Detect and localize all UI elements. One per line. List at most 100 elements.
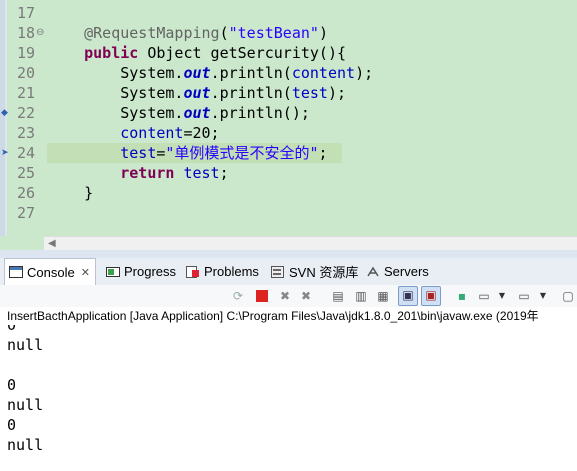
code-token: test xyxy=(183,164,220,182)
show-stdout-icon[interactable]: ▣ xyxy=(398,286,418,306)
console-line: 0 xyxy=(7,376,17,394)
console-line: null xyxy=(7,396,44,414)
svn-icon xyxy=(271,265,285,278)
code-token: out xyxy=(183,104,211,122)
code-line[interactable]: System.out.println(test); xyxy=(48,83,346,103)
code-token: public xyxy=(84,44,139,62)
tab-servers[interactable]: Servers xyxy=(366,258,429,285)
code-line[interactable]: public Object getSercurity(){ xyxy=(48,43,346,63)
code-token: ); xyxy=(355,64,374,82)
code-token: System. xyxy=(48,84,184,102)
code-editor[interactable]: 17 18 19 20 21 22 23 24 25 26 27 @RequestMapping("… xyxy=(0,0,577,250)
view-tab-bar: Console ✕ Progress Problems SVN 资源库 Serv… xyxy=(0,258,577,286)
gutter-corner xyxy=(0,236,44,250)
close-icon[interactable]: ✕ xyxy=(81,266,90,279)
pin-console-icon[interactable]: ▪ xyxy=(454,288,470,304)
code-line[interactable]: System.out.println(); xyxy=(48,103,310,123)
line-number: 26 xyxy=(16,184,35,202)
new-console-icon[interactable]: ▭ xyxy=(516,288,532,304)
progress-icon xyxy=(106,266,120,278)
word-wrap-icon[interactable]: ▦ xyxy=(375,288,391,304)
line-number: 21 xyxy=(16,84,35,102)
override-marker-icon: ◆ xyxy=(1,108,8,118)
code-token: return xyxy=(120,164,175,182)
refresh-icon[interactable]: ⟳ xyxy=(230,288,246,304)
tab-label: Problems xyxy=(204,264,259,279)
console-icon xyxy=(9,266,23,278)
terminate-icon[interactable] xyxy=(254,288,270,304)
console-line: 0 xyxy=(7,325,17,334)
code-line[interactable]: content=20; xyxy=(48,123,220,143)
code-token: } xyxy=(48,184,94,202)
code-token: test xyxy=(291,84,328,102)
remove-launch-icon[interactable]: ✖ xyxy=(277,288,293,304)
line-number: 24 xyxy=(16,144,35,162)
console-process-description: InsertBacthApplication [Java Application… xyxy=(0,307,577,325)
scroll-left-icon[interactable]: ◀ xyxy=(48,237,56,250)
tab-label: Progress xyxy=(124,264,177,279)
remove-all-icon[interactable]: ✖ xyxy=(298,288,314,304)
code-token: out xyxy=(183,64,211,82)
tab-problems[interactable]: Problems xyxy=(186,258,259,285)
code-token: content xyxy=(291,64,356,82)
code-line[interactable]: return test; xyxy=(48,163,229,183)
line-number: 27 xyxy=(16,204,35,222)
horizontal-scrollbar[interactable]: ◀ xyxy=(44,236,577,250)
line-number: 18 xyxy=(16,24,35,42)
code-token: "单例模式是不安全的" xyxy=(165,144,319,162)
fold-collapse-icon[interactable]: ⊖ xyxy=(36,23,44,43)
code-token: out xyxy=(183,84,211,102)
code-line[interactable]: test="单例模式是不安全的"; xyxy=(48,143,328,163)
code-token: System. xyxy=(48,64,184,82)
code-token: ) xyxy=(318,24,328,42)
line-number: 19 xyxy=(16,44,35,62)
code-token: ; xyxy=(219,164,229,182)
code-token: .println( xyxy=(210,64,292,82)
line-number: 22 xyxy=(16,104,35,122)
line-number: 23 xyxy=(16,124,35,142)
line-number: 20 xyxy=(16,64,35,82)
tab-label: SVN 资源库 xyxy=(289,265,359,280)
line-number: 17 xyxy=(16,4,35,22)
clear-console-icon[interactable]: ▤ xyxy=(330,288,346,304)
code-token: .println(); xyxy=(210,104,310,122)
code-line[interactable]: @RequestMapping("testBean") xyxy=(48,23,328,43)
current-line-marker-icon: ➤ xyxy=(1,148,9,158)
code-token: =20; xyxy=(183,124,220,142)
scroll-lock-icon[interactable]: ▥ xyxy=(353,288,369,304)
dropdown-icon[interactable]: ▼ xyxy=(494,288,510,304)
minimize-icon[interactable]: ▢ xyxy=(560,288,576,304)
tab-console[interactable]: Console ✕ xyxy=(4,258,96,285)
code-token: @RequestMapping xyxy=(84,24,220,42)
tab-label: Servers xyxy=(384,264,429,279)
line-number: 25 xyxy=(16,164,35,182)
tab-progress[interactable]: Progress xyxy=(106,258,176,285)
code-token: .println( xyxy=(210,84,292,102)
console-line: null xyxy=(7,436,44,454)
dropdown-icon[interactable]: ▼ xyxy=(535,288,551,304)
code-line[interactable]: } xyxy=(48,183,93,203)
code-token: ; xyxy=(318,144,328,162)
console-output[interactable]: 0 null 0 null 0 null xyxy=(0,325,577,471)
code-token: ( xyxy=(219,24,229,42)
code-token: Object getSercurity(){ xyxy=(138,44,347,62)
tab-label: Console xyxy=(27,264,75,280)
tab-svn[interactable]: SVN 资源库 xyxy=(271,258,358,285)
code-token: content xyxy=(120,124,184,142)
pane-separator[interactable] xyxy=(0,250,577,258)
console-line: 0 xyxy=(7,416,17,434)
show-stderr-icon[interactable]: ▣ xyxy=(421,286,441,306)
code-token: System. xyxy=(48,104,184,122)
code-line[interactable]: System.out.println(content); xyxy=(48,63,373,83)
code-token: ); xyxy=(327,84,347,102)
display-console-icon[interactable]: ▭ xyxy=(476,288,492,304)
console-line: null xyxy=(7,336,44,354)
code-token: test xyxy=(120,144,157,162)
problems-icon xyxy=(186,265,200,278)
code-token: "testBean" xyxy=(228,24,319,42)
